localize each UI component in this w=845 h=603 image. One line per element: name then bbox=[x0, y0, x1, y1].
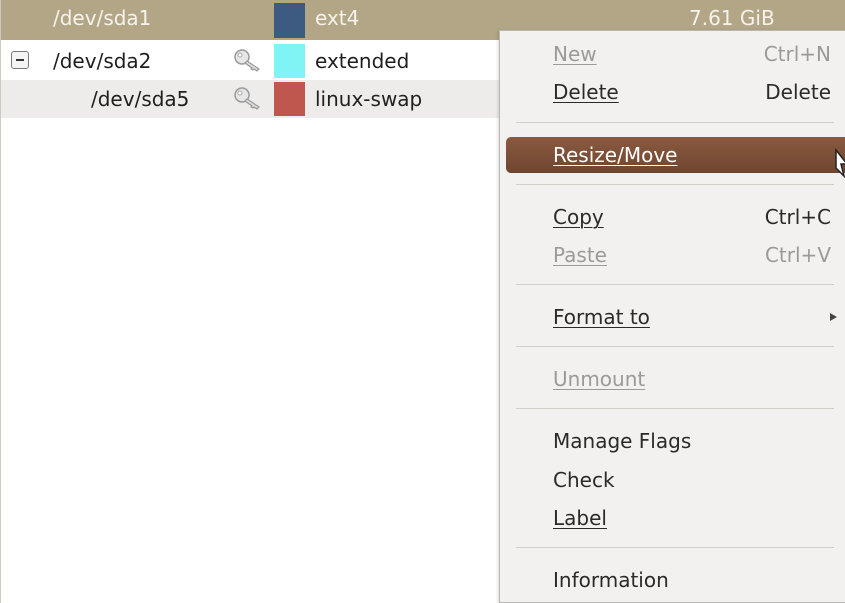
partition-filesystem: ext4 bbox=[315, 6, 360, 30]
menu-item-accelerator: Ctrl+C bbox=[764, 205, 831, 229]
menu-item-delete[interactable]: Delete Delete bbox=[500, 74, 845, 110]
menu-item-label: Copy bbox=[553, 205, 604, 229]
lock-key-icon bbox=[234, 87, 260, 110]
menu-item-accelerator: Delete bbox=[765, 80, 831, 104]
menu-item-information[interactable]: Information bbox=[500, 562, 845, 598]
menu-separator bbox=[516, 346, 834, 347]
menu-separator bbox=[516, 284, 834, 285]
menu-separator bbox=[516, 408, 834, 409]
partition-filesystem: linux-swap bbox=[315, 87, 423, 111]
lock-key-icon bbox=[234, 49, 260, 72]
menu-item-label: Label bbox=[553, 506, 607, 530]
partition-filesystem: extended bbox=[315, 49, 410, 73]
menu-item-format-to[interactable]: Format to bbox=[500, 299, 845, 335]
menu-item-label[interactable]: Label bbox=[500, 500, 845, 536]
menu-item-label: Information bbox=[553, 568, 669, 592]
menu-item-paste[interactable]: Paste Ctrl+V bbox=[500, 237, 845, 273]
filesystem-color-swatch bbox=[274, 82, 305, 116]
menu-item-accelerator: Ctrl+V bbox=[764, 243, 831, 267]
partition-editor-window: /dev/sda1 ext4 7.61 GiB /dev/sda2 extend… bbox=[0, 0, 845, 603]
menu-item-label: New bbox=[553, 42, 597, 66]
menu-item-label: Manage Flags bbox=[553, 429, 692, 453]
mouse-pointer-icon bbox=[835, 147, 845, 179]
menu-separator bbox=[516, 122, 834, 123]
menu-separator bbox=[516, 184, 834, 185]
collapse-expander-icon[interactable] bbox=[11, 51, 29, 69]
partition-name: /dev/sda5 bbox=[91, 87, 190, 111]
menu-item-new[interactable]: New Ctrl+N bbox=[500, 36, 845, 72]
partition-name: /dev/sda2 bbox=[53, 49, 152, 73]
filesystem-color-swatch bbox=[274, 3, 305, 38]
menu-item-label: Delete bbox=[553, 80, 619, 104]
menu-item-label: Check bbox=[553, 468, 615, 492]
menu-item-label: Format to bbox=[553, 305, 650, 329]
menu-item-resize-move[interactable]: Resize/Move bbox=[506, 137, 845, 173]
menu-item-unmount[interactable]: Unmount bbox=[500, 361, 845, 397]
menu-item-copy[interactable]: Copy Ctrl+C bbox=[500, 199, 845, 235]
partition-context-menu: New Ctrl+N Delete Delete Resize/Move Cop… bbox=[499, 30, 845, 603]
menu-item-accelerator: Ctrl+N bbox=[763, 42, 831, 66]
partition-name: /dev/sda1 bbox=[53, 6, 152, 30]
menu-item-label: Resize/Move bbox=[553, 143, 678, 167]
menu-item-label: Unmount bbox=[553, 367, 646, 391]
menu-separator bbox=[516, 547, 834, 548]
submenu-arrow-icon bbox=[830, 313, 837, 321]
menu-item-check[interactable]: Check bbox=[500, 462, 845, 498]
menu-item-manage-flags[interactable]: Manage Flags bbox=[500, 423, 845, 459]
filesystem-color-swatch bbox=[274, 44, 305, 78]
menu-item-label: Paste bbox=[553, 243, 607, 267]
